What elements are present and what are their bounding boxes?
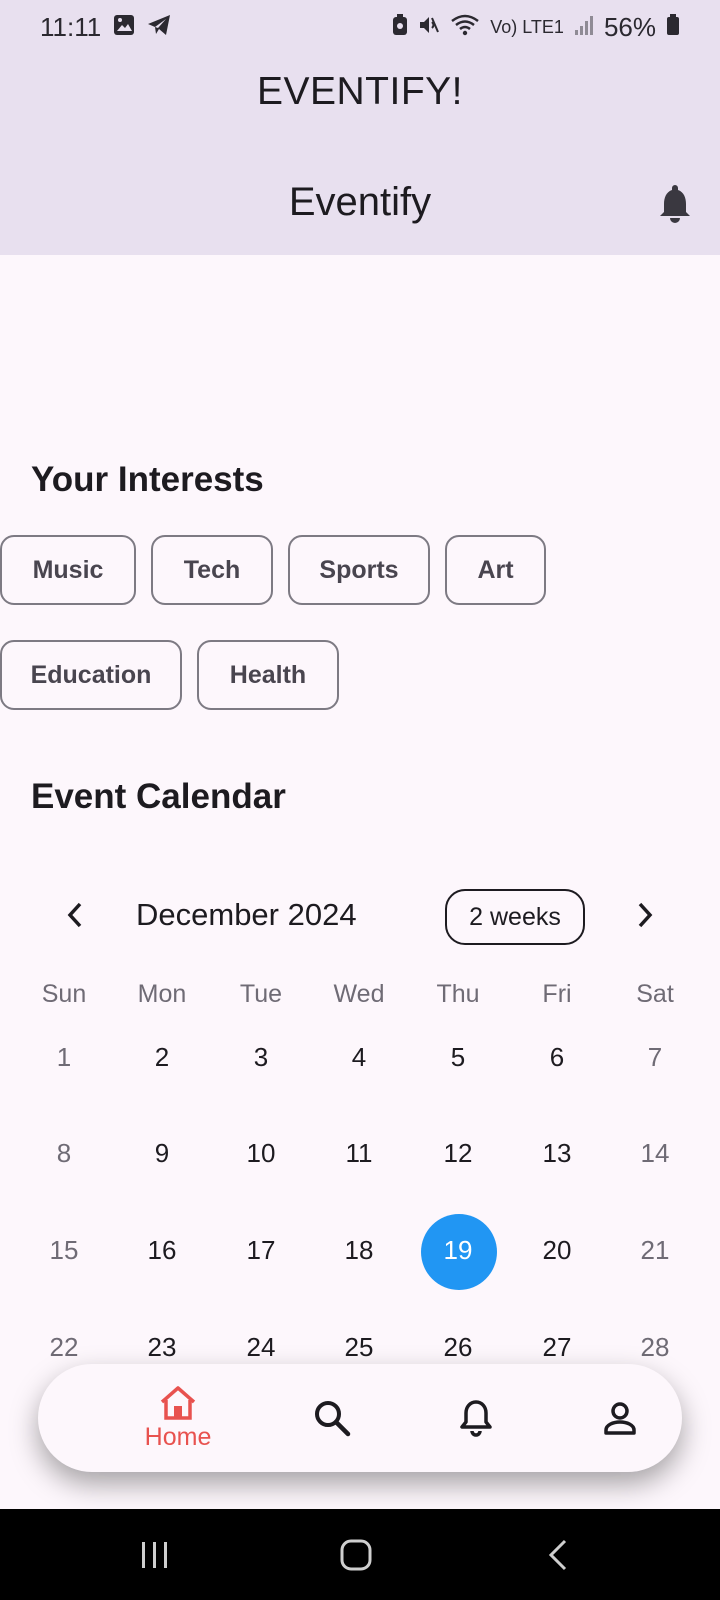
chip-sports[interactable]: Sports (288, 535, 430, 605)
nav-profile[interactable] (580, 1364, 660, 1472)
battery-percent: 56% (603, 11, 656, 42)
gallery-icon (113, 12, 135, 43)
calendar-month-label: December 2024 (136, 897, 357, 932)
format-toggle-button[interactable]: 2 weeks (445, 889, 585, 945)
app-bar: Eventify (0, 170, 720, 234)
mute-icon (418, 12, 440, 43)
chevron-right-icon (638, 902, 653, 928)
nav-notifications[interactable] (436, 1364, 516, 1472)
chip-music[interactable]: Music (0, 535, 136, 605)
nav-home[interactable]: Home (108, 1364, 248, 1472)
calendar-day[interactable]: 13 (508, 1133, 606, 1173)
status-left: 11:11 (40, 12, 171, 43)
calendar-day[interactable]: 18 (310, 1230, 408, 1270)
home-icon (160, 1385, 196, 1420)
weekday-thu: Thu (436, 980, 480, 1008)
bell-icon (660, 185, 690, 223)
status-time: 11:11 (40, 11, 102, 42)
calendar-day[interactable]: 23 (113, 1327, 211, 1367)
weekday-fri: Fri (542, 980, 572, 1008)
calendar-day[interactable]: 22 (15, 1327, 113, 1367)
calendar-day[interactable]: 19 (409, 1230, 507, 1270)
calendar-day[interactable]: 7 (606, 1037, 704, 1077)
battery-icon (666, 12, 680, 43)
calendar-day[interactable]: 9 (113, 1133, 211, 1173)
calendar-day[interactable]: 4 (310, 1037, 408, 1077)
recents-icon (142, 1541, 167, 1568)
telegram-icon (147, 12, 171, 43)
chip-art[interactable]: Art (445, 535, 546, 605)
notifications-button[interactable] (654, 182, 696, 224)
app-bar-title: Eventify (288, 180, 432, 224)
calendar-day[interactable]: 6 (508, 1037, 606, 1077)
status-right: Vo) LTE1 56% (392, 12, 680, 43)
chip-education[interactable]: Education (0, 640, 182, 710)
chip-health[interactable]: Health (197, 640, 339, 710)
nav-search[interactable] (292, 1364, 372, 1472)
weekday-mon: Mon (137, 980, 187, 1008)
calendar-day[interactable]: 14 (606, 1133, 704, 1173)
bell-outline-icon (460, 1400, 492, 1437)
calendar-day[interactable]: 11 (310, 1133, 408, 1173)
header-region: 11:11 Vo) LTE1 56% EVENTIFY! Eventify (0, 0, 720, 255)
recents-button[interactable] (115, 1509, 195, 1600)
signal-icon (574, 12, 594, 43)
weekday-wed: Wed (333, 980, 385, 1008)
lte-label: Vo) LTE1 (490, 16, 564, 37)
home-system-button[interactable] (316, 1509, 396, 1600)
chip-tech[interactable]: Tech (151, 535, 273, 605)
calendar-day[interactable]: 25 (310, 1327, 408, 1367)
calendar-day[interactable]: 26 (409, 1327, 507, 1367)
home-square-icon (340, 1539, 372, 1570)
weekday-sat: Sat (636, 980, 674, 1008)
calendar-day[interactable]: 12 (409, 1133, 507, 1173)
back-button[interactable] (518, 1509, 598, 1600)
weekday-tue: Tue (239, 980, 283, 1008)
calendar-day[interactable]: 10 (212, 1133, 310, 1173)
calendar-day[interactable]: 16 (113, 1230, 211, 1270)
bottom-nav-bar: Home (38, 1364, 682, 1472)
prev-month-button[interactable] (55, 895, 95, 935)
calendar-day[interactable]: 2 (113, 1037, 211, 1077)
search-icon (315, 1401, 351, 1437)
calendar-day[interactable]: 8 (15, 1133, 113, 1173)
calendar-day[interactable]: 20 (508, 1230, 606, 1270)
calendar-day[interactable]: 15 (15, 1230, 113, 1270)
weekday-header-row: Sun Mon Tue Wed Thu Fri Sat (0, 980, 720, 1020)
person-icon (604, 1402, 636, 1435)
lock-battery-icon (392, 12, 408, 43)
app-title: EVENTIFY! (256, 70, 464, 113)
calendar-day[interactable]: 28 (606, 1327, 704, 1367)
back-icon (548, 1539, 567, 1570)
system-nav-bar (0, 1509, 720, 1600)
interests-heading: Your Interests (31, 460, 264, 499)
calendar-day[interactable]: 24 (212, 1327, 310, 1367)
status-bar: 11:11 Vo) LTE1 56% (0, 0, 720, 54)
calendar-day[interactable]: 5 (409, 1037, 507, 1077)
nav-home-label: Home (144, 1422, 212, 1451)
chevron-left-icon (67, 902, 82, 928)
calendar-day[interactable]: 1 (15, 1037, 113, 1077)
calendar-day[interactable]: 27 (508, 1327, 606, 1367)
calendar-day[interactable]: 3 (212, 1037, 310, 1077)
wifi-icon (450, 12, 480, 43)
next-month-button[interactable] (625, 895, 665, 935)
calendar-heading: Event Calendar (31, 777, 286, 816)
weekday-sun: Sun (41, 980, 87, 1008)
calendar-day[interactable]: 21 (606, 1230, 704, 1270)
calendar-day[interactable]: 17 (212, 1230, 310, 1270)
